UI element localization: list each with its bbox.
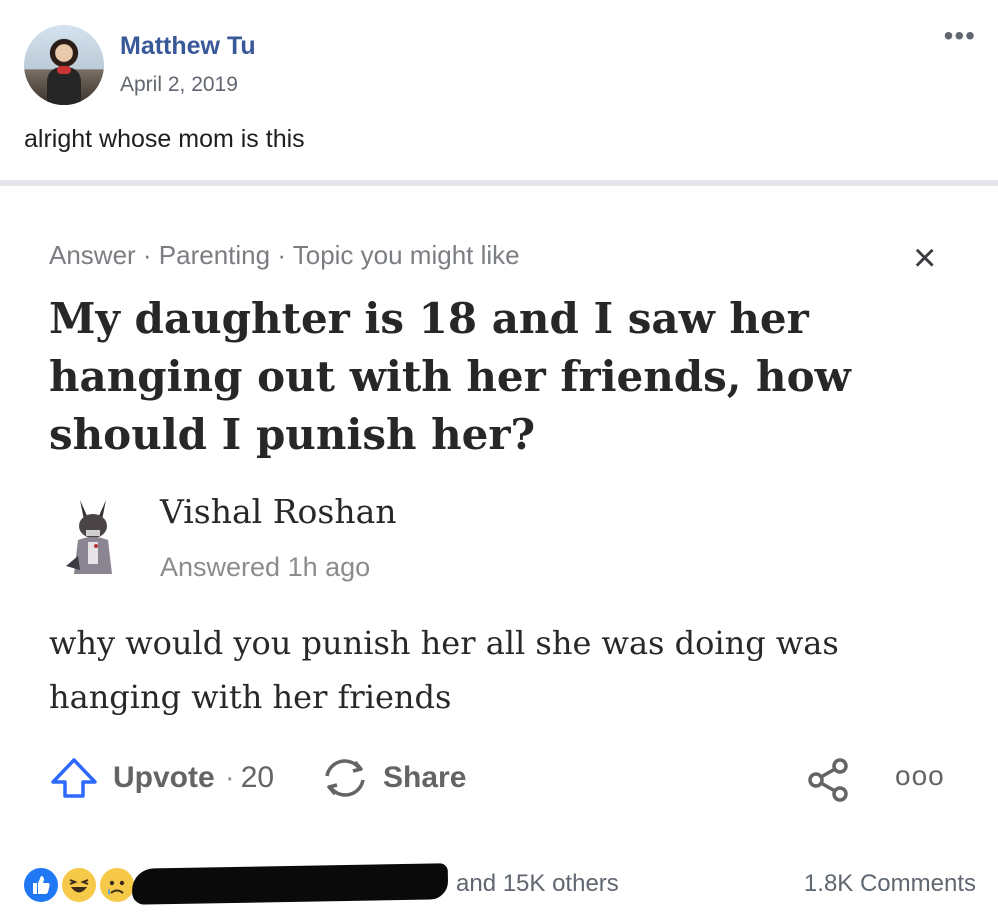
like-reaction-icon	[22, 866, 60, 904]
upvote-label: Upvote	[113, 761, 215, 794]
upvote-button: Upvote · 20	[49, 756, 274, 800]
share-label: Share	[383, 761, 467, 794]
share-arrows-icon	[325, 759, 365, 797]
answered-timestamp: Answered 1h ago	[160, 552, 371, 582]
close-icon: ×	[913, 236, 937, 280]
comments-count-link[interactable]: 1.8K Comments	[804, 870, 976, 898]
shared-image-card[interactable]: Answer · Parenting · Topic you might lik…	[0, 186, 998, 844]
answer-more-icon: ooo	[895, 760, 945, 791]
author-avatar[interactable]	[24, 25, 104, 105]
answerer-name: Vishal Roshan	[160, 492, 397, 531]
reaction-icons[interactable]	[22, 866, 142, 906]
post-text: alright whose mom is this	[24, 125, 305, 153]
post-header: Matthew Tu April 2, 2019 ••• alright who…	[0, 0, 998, 180]
author-name-link[interactable]: Matthew Tu	[120, 32, 256, 61]
answerer-avatar	[66, 500, 112, 574]
answer-text: why would you punish her all she was doi…	[49, 624, 839, 716]
upvote-arrow-icon	[51, 758, 97, 798]
haha-reaction-icon	[60, 866, 98, 904]
upvote-count: 20	[240, 761, 275, 794]
reaction-others-link[interactable]: and 15K others	[456, 870, 619, 898]
reaction-bar: and 15K others 1.8K Comments	[0, 842, 998, 924]
vote-separator: ·	[224, 761, 235, 794]
question-title: My daughter is 18 and I saw her hanging …	[49, 294, 851, 459]
sad-reaction-icon	[98, 866, 136, 904]
avatar-scarf-shape	[57, 66, 71, 74]
post-timestamp[interactable]: April 2, 2019	[120, 73, 238, 97]
answer-actions: Upvote · 20 Share ooo	[49, 756, 949, 802]
share-button: Share	[319, 756, 466, 800]
post-options-icon[interactable]: •••	[944, 20, 976, 52]
share-nodes-icon	[808, 758, 848, 802]
answer-topic-meta: Answer · Parenting · Topic you might lik…	[49, 240, 520, 270]
redacted-names	[131, 863, 449, 905]
